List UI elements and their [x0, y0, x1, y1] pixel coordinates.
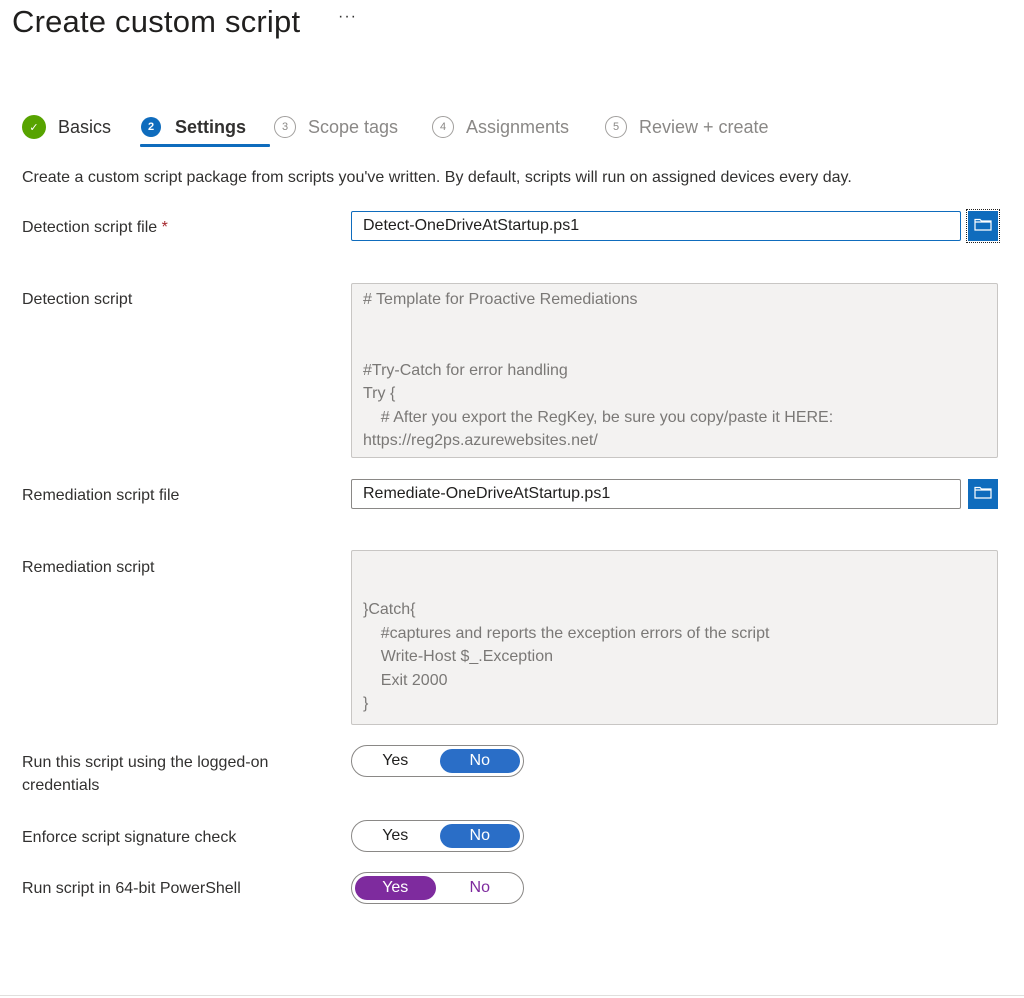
step-number: 3 — [274, 116, 296, 138]
toggle-yes[interactable]: Yes — [355, 824, 436, 848]
step-label: Scope tags — [308, 116, 399, 137]
toggle-yes[interactable]: Yes — [355, 749, 436, 773]
step-scope-tags[interactable]: 3 Scope tags — [274, 108, 398, 146]
required-marker: * — [161, 219, 168, 236]
remediation-script-textarea[interactable]: }Catch{ #captures and reports the except… — [351, 550, 998, 725]
toggle-no[interactable]: No — [440, 876, 521, 900]
powershell-64bit-toggle[interactable]: Yes No — [351, 872, 524, 904]
logged-on-credentials-toggle[interactable]: Yes No — [351, 745, 524, 777]
toggle-yes[interactable]: Yes — [355, 876, 436, 900]
toggle-no[interactable]: No — [439, 749, 520, 773]
detection-file-field[interactable]: Detect-OneDriveAtStartup.ps1 — [351, 211, 961, 241]
page-title: Create custom script — [12, 4, 301, 39]
step-number: 2 — [141, 117, 161, 137]
signature-check-toggle[interactable]: Yes No — [351, 820, 524, 852]
step-label: Review + create — [639, 116, 769, 137]
detection-script-label: Detection script — [22, 291, 133, 308]
step-settings[interactable]: 2 Settings — [141, 108, 246, 146]
signature-check-label: Enforce script signature check — [22, 829, 237, 846]
remediation-file-label: Remediation script file — [22, 487, 180, 504]
step-assignments[interactable]: 4 Assignments — [432, 108, 569, 146]
detection-browse-button[interactable] — [966, 209, 1000, 243]
step-label: Settings — [175, 116, 247, 137]
footer-divider — [0, 995, 1024, 996]
step-basics[interactable]: ✓ Basics — [22, 108, 111, 146]
checkmark-icon: ✓ — [22, 115, 46, 139]
step-number: 4 — [432, 116, 454, 138]
remediation-file-field[interactable]: Remediate-OneDriveAtStartup.ps1 — [351, 479, 961, 509]
detection-file-label: Detection script file * — [22, 216, 168, 239]
logged-on-credentials-label: Run this script using the logged-on cred… — [22, 754, 269, 794]
step-label: Basics — [58, 116, 112, 137]
more-options-button[interactable]: ··· — [338, 8, 357, 26]
step-number: 5 — [605, 116, 627, 138]
remediation-browse-button[interactable] — [968, 479, 998, 509]
detection-file-label-text: Detection script file — [22, 219, 158, 236]
folder-icon — [974, 217, 992, 236]
toggle-no[interactable]: No — [439, 824, 520, 848]
page-description: Create a custom script package from scri… — [22, 169, 852, 186]
step-label: Assignments — [466, 116, 570, 137]
powershell-64bit-label: Run script in 64-bit PowerShell — [22, 880, 241, 897]
step-review-create[interactable]: 5 Review + create — [605, 108, 769, 146]
detection-script-textarea[interactable]: # Template for Proactive Remediations #T… — [351, 283, 998, 458]
wizard-steps: ✓ Basics 2 Settings 3 Scope tags 4 Assig… — [22, 108, 1022, 148]
remediation-script-label: Remediation script — [22, 559, 155, 576]
active-step-indicator — [140, 144, 270, 147]
folder-icon — [974, 485, 992, 504]
